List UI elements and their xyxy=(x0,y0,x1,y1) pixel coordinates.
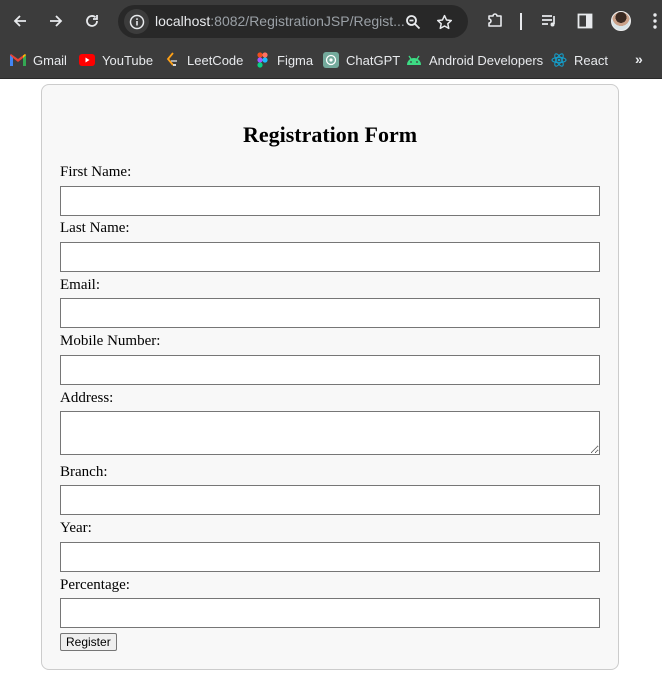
side-panel-button[interactable] xyxy=(574,10,596,32)
first-name-label: First Name: xyxy=(60,164,132,180)
media-queue-button[interactable] xyxy=(538,10,560,32)
url-host: localhost xyxy=(155,13,211,29)
address-label: Address: xyxy=(60,390,114,406)
browser-toolbar: localhost:8082/RegistrationJSP/Regist... xyxy=(0,0,662,42)
first-name-input[interactable] xyxy=(60,186,600,216)
bookmark-label: YouTube xyxy=(102,52,154,68)
bookmark-star-button[interactable] xyxy=(435,13,453,31)
gmail-icon xyxy=(10,52,26,68)
android-icon xyxy=(406,52,422,68)
register-button[interactable]: Register xyxy=(60,633,117,651)
media-queue-icon xyxy=(542,15,555,27)
back-button[interactable] xyxy=(8,9,32,33)
youtube-icon xyxy=(79,52,95,68)
more-bookmarks-button[interactable]: » xyxy=(635,51,643,67)
email-label: Email: xyxy=(60,277,100,293)
bookmark-react[interactable]: React xyxy=(551,51,608,69)
address-bar[interactable]: localhost:8082/RegistrationJSP/Regist... xyxy=(118,5,468,38)
figma-icon xyxy=(254,52,270,68)
avatar[interactable] xyxy=(611,11,631,31)
leetcode-icon xyxy=(164,52,180,68)
site-info-button[interactable] xyxy=(124,9,149,34)
url-text[interactable]: localhost:8082/RegistrationJSP/Regist... xyxy=(155,13,405,29)
bookmark-figma[interactable]: Figma xyxy=(254,51,313,69)
toolbar-separator xyxy=(520,13,522,30)
percentage-label: Percentage: xyxy=(60,577,130,593)
bookmark-label: Figma xyxy=(277,52,314,68)
mobile-number-label: Mobile Number: xyxy=(60,333,161,349)
zoom-button[interactable] xyxy=(404,13,422,31)
react-icon xyxy=(551,52,567,68)
reload-button[interactable] xyxy=(80,9,104,33)
last-name-label: Last Name: xyxy=(60,220,130,236)
browser-menu-button[interactable] xyxy=(644,10,662,32)
bookmark-label: React xyxy=(574,52,608,68)
branch-input[interactable] xyxy=(60,485,600,515)
mobile-number-input[interactable] xyxy=(60,355,600,385)
extensions-button[interactable] xyxy=(484,10,506,32)
form-title: Registration Form xyxy=(242,122,418,147)
arrow-left-icon xyxy=(13,15,26,27)
branch-label: Branch: xyxy=(60,464,108,480)
bookmarks-bar: Gmail YouTube LeetCode Figma ChatGPT And… xyxy=(0,42,662,79)
percentage-input[interactable] xyxy=(60,598,600,628)
year-label: Year: xyxy=(60,520,92,536)
zoom-icon xyxy=(406,15,421,30)
star-icon xyxy=(436,14,452,29)
registration-form: Registration Form First Name: Last Name:… xyxy=(41,84,619,670)
page-content: Registration Form First Name: Last Name:… xyxy=(0,80,662,675)
email-input[interactable] xyxy=(60,298,600,328)
chatgpt-icon xyxy=(323,52,339,68)
forward-button[interactable] xyxy=(44,9,68,33)
bookmark-label: Android Developers xyxy=(429,52,544,68)
year-input[interactable] xyxy=(60,542,600,572)
bookmark-youtube[interactable]: YouTube xyxy=(79,51,153,69)
last-name-input[interactable] xyxy=(60,242,600,272)
bookmark-chatgpt[interactable]: ChatGPT xyxy=(323,51,400,69)
bookmark-gmail[interactable]: Gmail xyxy=(10,51,67,69)
side-panel-icon xyxy=(577,13,593,29)
bookmark-label: LeetCode xyxy=(187,52,244,68)
bookmark-label: ChatGPT xyxy=(346,52,401,68)
info-icon xyxy=(129,14,144,29)
bookmark-label: Gmail xyxy=(33,52,67,68)
bookmark-leetcode[interactable]: LeetCode xyxy=(164,51,243,69)
address-textarea[interactable] xyxy=(60,411,600,455)
puzzle-icon xyxy=(488,13,502,27)
kebab-menu-icon xyxy=(653,13,657,29)
arrow-right-icon xyxy=(50,15,63,27)
url-path: :8082/RegistrationJSP/Regist... xyxy=(210,13,405,29)
reload-icon xyxy=(86,15,98,27)
bookmark-android-developers[interactable]: Android Developers xyxy=(406,51,543,69)
